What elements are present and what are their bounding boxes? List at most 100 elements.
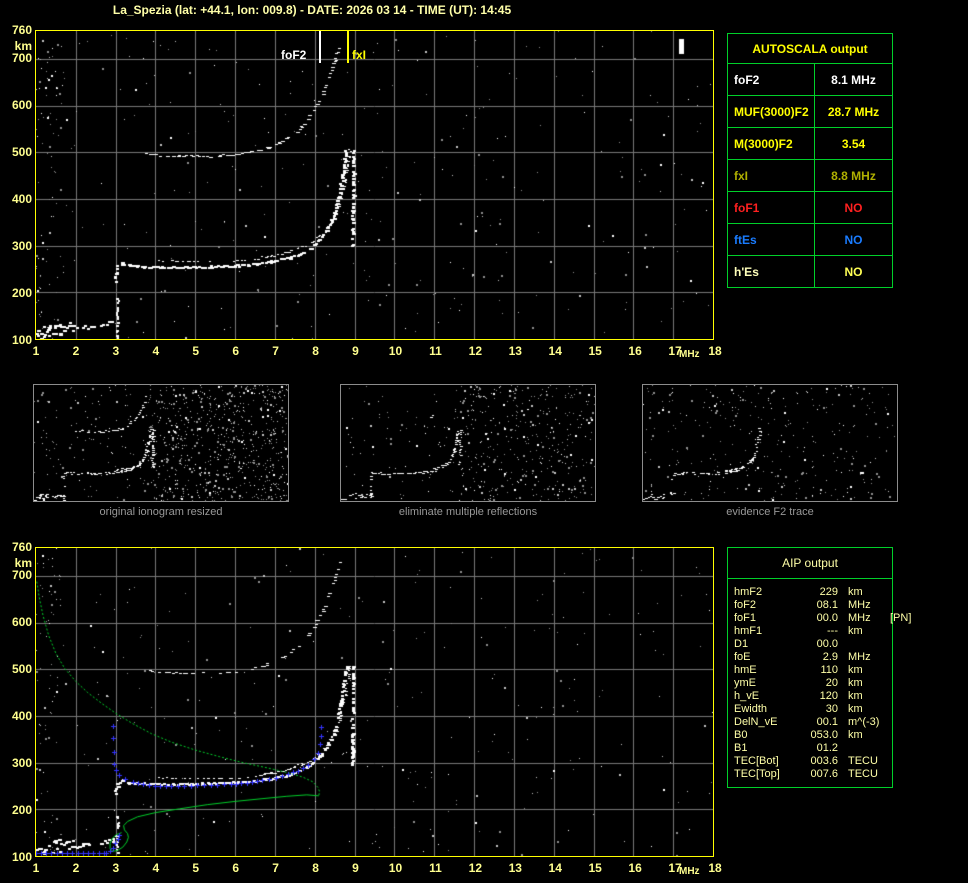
thumbnail-evidence-canvas [643,385,897,501]
aip-gap [838,716,848,729]
aip-gap [838,612,848,625]
autoscala-param-value: 8.8 MHz [831,168,876,183]
autoscala-row-foF1: foF1 NO [728,191,892,223]
x-tick-label-16: 16 [628,344,642,358]
autoscala-param-label: foF2 [728,64,815,95]
aip-param-extra [890,586,892,599]
x-tick-label-1: 1 [32,861,40,875]
aip-param-unit [848,742,890,755]
aip-param-extra [890,716,892,729]
y-tick-label-200: 200 [11,286,32,301]
x-tick-label-18: 18 [708,861,722,875]
aip-gap [838,768,848,781]
aip-param-label: hmE [734,664,757,676]
aip-param-value: 00.0 [816,612,838,624]
aip-param-extra [890,638,892,651]
thumbnail-eliminate-canvas [341,385,595,501]
aip-param-extra [890,742,892,755]
aip-param-label: foE [734,651,751,663]
aip-row-foE: foE 2.9 MHz [734,651,892,664]
autoscala-param-label: foF1 [728,192,815,223]
aip-param-value: 003.6 [810,755,838,767]
x-tick-label-11: 11 [429,344,442,358]
aip-param-extra [890,599,892,612]
aip-param-value: 01.2 [816,742,838,754]
autoscala-param-value: 28.7 MHz [827,104,880,119]
aip-row-TEC[Bot]: TEC[Bot] 003.6 TECU [734,755,892,768]
y-tick-label-500: 500 [11,145,32,160]
aip-row-hmF1: hmF1 --- km [734,625,892,638]
aip-param-unit [848,638,890,651]
x-tick-label-13: 13 [508,861,522,875]
autoscala-row-fxI: fxI 8.8 MHz [728,159,892,191]
x-tick-label-13: 13 [508,344,522,358]
aip-param-unit: km [848,586,863,598]
aip-row-foF1: foF1 00.0 MHz [PN] [734,612,911,625]
x-axis-unit-label: MHz [679,866,700,877]
aip-gap [838,690,848,703]
caption-original-ionogram: original ionogram resized [99,506,223,518]
aip-row-Ewidth: Ewidth 30 km [734,703,892,716]
autoscala-param-label: fxI [728,160,815,191]
aip-param-extra [890,768,892,781]
aip-row-DelN_vE: DelN_vE 00.1 m^(-3) [734,716,892,729]
aip-param-extra [890,677,892,690]
aip-row-hmF2: hmF2 229 km [734,586,892,599]
aip-row-D1: D1 00.0 [734,638,892,651]
autoscala-table-header: AUTOSCALA output [752,41,868,56]
aip-param-extra: [PN] [890,612,912,624]
y-tick-label-600: 600 [11,98,32,113]
bottom-ionogram-plot [35,547,714,857]
aip-param-label: hmF1 [734,625,763,637]
thumbnail-eliminate-reflections [340,384,596,502]
aip-gap [838,677,848,690]
aip-gap [838,742,848,755]
x-tick-label-6: 6 [232,344,240,358]
x-tick-label-14: 14 [548,344,562,358]
x-tick-label-3: 3 [112,344,120,358]
autoscala-param-label: h'Es [728,256,815,287]
y-axis-unit-label: km [14,39,32,53]
x-tick-label-7: 7 [272,344,279,358]
x-tick-label-14: 14 [548,861,562,875]
x-tick-label-5: 5 [192,344,200,358]
y-tick-label-600: 600 [11,615,32,630]
aip-gap [838,625,848,638]
y-tick-label-700: 700 [11,568,32,583]
aip-param-label: TEC[Bot] [734,755,779,767]
aip-param-label: hmF2 [734,586,763,598]
aip-param-extra [890,664,892,677]
aip-param-value: --- [827,625,838,637]
fxI-marker-label: fxI [352,48,367,62]
aip-param-extra [890,625,892,638]
aip-param-unit: km [848,664,863,676]
aip-param-label: Ewidth [734,703,768,715]
fxI-marker-line [347,31,349,63]
aip-param-label: B0 [734,729,748,741]
autoscala-row-foF2: foF2 8.1 MHz [728,63,892,95]
x-axis-unit-label: MHz [679,349,700,360]
x-tick-label-12: 12 [468,861,483,875]
x-tick-label-2: 2 [72,861,80,875]
aip-param-value: 229 [819,586,838,598]
station-title: La_Spezia (lat: +44.1, lon: 009.8) - DAT… [112,3,512,17]
aip-param-value: 08.1 [816,599,838,611]
aip-param-value: 2.9 [822,651,838,663]
top-ionogram-plot: foF2 fxI [35,30,714,340]
aip-param-value: 30 [825,703,838,715]
foF2-marker-line [319,31,321,63]
aip-param-unit: km [848,703,863,715]
x-tick-label-4: 4 [152,861,160,875]
autoscala-param-value: 8.1 MHz [831,72,876,87]
aip-gap [838,651,848,664]
thumbnail-original-canvas [34,385,288,501]
y-tick-label-200: 200 [11,803,32,818]
aip-gap [838,664,848,677]
aip-row-B1: B1 01.2 [734,742,892,755]
y-tick-label-760: 760 [11,540,32,554]
aip-param-value: 20 [825,677,838,689]
caption-eliminate-reflections: eliminate multiple reflections [398,506,538,518]
aip-gap [838,755,848,768]
aip-param-extra [890,755,892,768]
aip-param-unit: km [848,729,863,741]
